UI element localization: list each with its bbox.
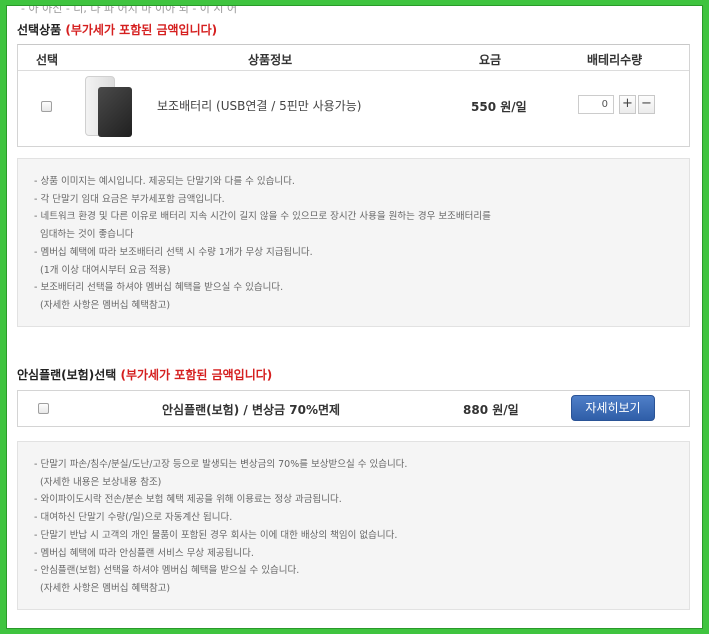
- options-panel: - 아 아신 - 디, 다 파 어지 마 이아 되 - 이 시 어 선택상품 (…: [6, 5, 703, 629]
- plan-section-label: 안심플랜(보험)선택: [17, 368, 117, 382]
- product-price: 550 원/일: [471, 100, 527, 114]
- plan-detail-button[interactable]: 자세히보기: [571, 395, 655, 421]
- note-line: (1개 이상 대여시부터 요금 적용): [34, 264, 171, 276]
- plan-vat-note: (부가세가 포함된 금액입니다): [120, 368, 273, 382]
- battery-select-checkbox[interactable]: [41, 101, 52, 112]
- header-select: 선택: [36, 53, 59, 67]
- note-line: - 와이파이도시락 전손/분손 보험 혜택 제공을 위해 이용료는 정상 과금됩…: [34, 494, 342, 506]
- product-table-header: 선택 상품정보 요금 배테리수량: [18, 45, 689, 71]
- note-line: (자세한 내용은 보상내용 참조): [34, 476, 162, 488]
- product-section-title: 선택상품 (부가세가 포함된 금액입니다): [17, 21, 217, 38]
- product-notes-list: - 상품 이미지는 예시입니다. 제공되는 단말기와 다를 수 있습니다. - 각…: [34, 173, 689, 315]
- note-line: - 각 단말기 임대 요금은 부가세포함 금액입니다.: [34, 193, 225, 205]
- plan-price: 880 원/일: [463, 403, 519, 417]
- plan-name: 안심플랜(보험) / 변상금 70%면제: [162, 403, 341, 417]
- note-line: - 멤버십 혜택에 따라 보조배터리 선택 시 수량 1개가 무상 지급됩니다.: [34, 246, 313, 258]
- product-notes-box: - 상품 이미지는 예시입니다. 제공되는 단말기와 다를 수 있습니다. - 각…: [17, 158, 690, 327]
- note-line: - 대여하신 단말기 수량(/일)으로 자동계산 됩니다.: [34, 512, 233, 524]
- battery-image: [82, 76, 138, 138]
- header-battery-qty: 배테리수량: [587, 53, 643, 67]
- note-line: - 단말기 반납 시 고객의 개인 물품이 포함된 경우 회사는 이에 대한 배…: [34, 529, 398, 541]
- product-section-label: 선택상품: [17, 23, 62, 37]
- battery-qty-input[interactable]: 0: [578, 95, 614, 114]
- header-product-info: 상품정보: [248, 53, 293, 67]
- table-row: 보조배터리 (USB연결 / 5핀만 사용가능) 550 원/일 0 + −: [18, 71, 689, 147]
- note-line: - 상품 이미지는 예시입니다. 제공되는 단말기와 다를 수 있습니다.: [34, 176, 295, 187]
- qty-plus-button[interactable]: +: [619, 95, 636, 114]
- product-table: 선택 상품정보 요금 배테리수량 보조배터리 (USB연결 / 5핀만 사용가능…: [17, 44, 690, 147]
- note-line: - 단말기 파손/침수/분실/도난/고장 등으로 발생되는 변상금의 70%를 …: [34, 459, 408, 470]
- note-line: - 보조배터리 선택을 하셔야 멤버십 혜택을 받으실 수 있습니다.: [34, 282, 284, 294]
- plan-select-checkbox[interactable]: [38, 403, 49, 414]
- plan-row: 안심플랜(보험) / 변상금 70%면제 880 원/일 자세히보기: [17, 390, 690, 427]
- note-line: (자세한 사항은 멤버십 혜택참고): [34, 299, 171, 311]
- note-line: 임대하는 것이 좋습니다: [34, 229, 134, 241]
- header-price: 요금: [479, 53, 502, 67]
- product-name: 보조배터리 (USB연결 / 5핀만 사용가능): [157, 99, 362, 113]
- plan-notes-box: - 단말기 파손/침수/분실/도난/고장 등으로 발생되는 변상금의 70%를 …: [17, 441, 690, 610]
- plan-notes-list: - 단말기 파손/침수/분실/도난/고장 등으로 발생되는 변상금의 70%를 …: [34, 456, 689, 598]
- qty-minus-button[interactable]: −: [638, 95, 655, 114]
- note-line: (자세한 사항은 멤버십 혜택참고): [34, 582, 171, 594]
- note-line: - 멤버십 혜택에 따라 안심플랜 서비스 무상 제공됩니다.: [34, 547, 254, 559]
- plan-section-title: 안심플랜(보험)선택 (부가세가 포함된 금액입니다): [17, 366, 272, 383]
- note-line: - 안심플랜(보험) 선택을 하셔야 멤버십 혜택을 받으실 수 있습니다.: [34, 565, 300, 577]
- product-vat-note: (부가세가 포함된 금액입니다): [65, 23, 218, 37]
- clipped-top-text: - 아 아신 - 디, 다 파 어지 마 이아 되 - 이 시 어: [21, 5, 238, 15]
- note-line: - 네트워크 환경 및 다른 이유로 배터리 지속 시간이 길지 않을 수 있으…: [34, 211, 491, 223]
